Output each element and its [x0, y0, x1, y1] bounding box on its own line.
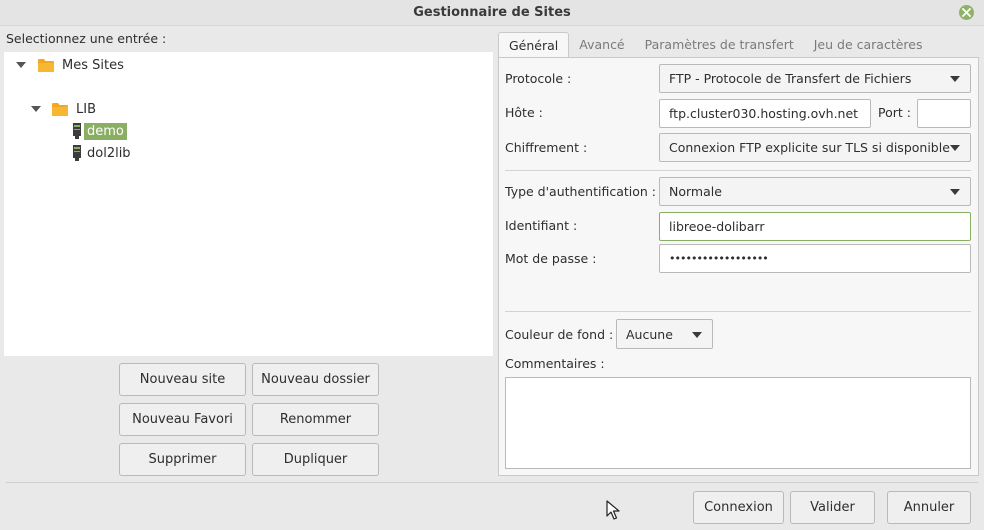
server-icon [73, 123, 81, 139]
password-value: •••••••••••••••••• [669, 252, 769, 265]
folder-icon [38, 58, 54, 72]
cancel-button[interactable]: Annuler [887, 491, 971, 524]
ok-button[interactable]: Valider [790, 491, 875, 524]
protocol-select[interactable]: FTP - Protocole de Transfert de Fichiers [659, 64, 971, 93]
encryption-select[interactable]: Connexion FTP explicite sur TLS si dispo… [659, 133, 971, 162]
mouse-cursor-icon [606, 500, 620, 520]
expand-arrow-icon[interactable] [31, 106, 41, 112]
new-site-button[interactable]: Nouveau site [119, 363, 246, 396]
delete-button[interactable]: Supprimer [119, 443, 246, 476]
port-label: Port : [878, 105, 911, 120]
title-bar: Gestionnaire de Sites [0, 0, 984, 26]
tree-root-label: Mes Sites [62, 57, 124, 73]
user-value: libreoe-dolibarr [669, 219, 765, 234]
tab-advanced[interactable]: Avancé [569, 32, 634, 57]
tree-node-root[interactable]: Mes Sites [16, 55, 127, 75]
close-icon [962, 8, 971, 17]
port-input[interactable] [917, 99, 971, 128]
bgcolor-select[interactable]: Aucune [616, 319, 713, 349]
window-title: Gestionnaire de Sites [413, 5, 571, 20]
host-input[interactable]: ftp.cluster030.hosting.ovh.net [659, 99, 871, 128]
tree-item-demo[interactable]: demo [72, 121, 127, 141]
server-icon [73, 145, 81, 161]
new-bookmark-button[interactable]: Nouveau Favori [119, 403, 246, 436]
auth-type-label: Type d'authentification : [505, 184, 656, 199]
tab-bar: Général Avancé Paramètres de transfert J… [498, 32, 932, 57]
folder-icon [52, 102, 68, 116]
protocol-value: FTP - Protocole de Transfert de Fichiers [669, 71, 912, 86]
duplicate-button[interactable]: Dupliquer [252, 443, 379, 476]
comments-textarea[interactable] [505, 377, 971, 469]
tree-folder-label: LIB [76, 101, 96, 117]
tree-item-label: dol2lib [87, 145, 131, 161]
rename-button[interactable]: Renommer [252, 403, 379, 436]
bgcolor-value: Aucune [626, 326, 673, 342]
close-button[interactable] [959, 5, 974, 20]
host-value: ftp.cluster030.hosting.ovh.net [669, 106, 859, 121]
section-divider [505, 311, 971, 312]
comments-label: Commentaires : [505, 356, 605, 371]
chevron-down-icon [950, 189, 960, 195]
connect-button[interactable]: Connexion [693, 491, 784, 524]
tab-charset[interactable]: Jeu de caractères [804, 32, 933, 57]
encryption-label: Chiffrement : [505, 140, 588, 155]
host-label: Hôte : [505, 105, 543, 120]
user-input[interactable]: libreoe-dolibarr [659, 212, 971, 241]
chevron-down-icon [950, 145, 960, 151]
tab-transfer-settings[interactable]: Paramètres de transfert [635, 32, 804, 57]
tree-node-folder[interactable]: LIB [31, 99, 99, 119]
new-folder-button[interactable]: Nouveau dossier [252, 363, 379, 396]
site-tree[interactable]: Mes Sites LIB demo dol2lib [4, 52, 493, 356]
protocol-label: Protocole : [505, 71, 572, 86]
password-input[interactable]: •••••••••••••••••• [659, 244, 971, 273]
chevron-down-icon [950, 76, 960, 82]
password-label: Mot de passe : [505, 251, 597, 266]
auth-type-value: Normale [669, 184, 722, 199]
section-divider [505, 170, 971, 171]
tree-item-dol2lib[interactable]: dol2lib [72, 143, 134, 163]
chevron-down-icon [692, 332, 702, 338]
auth-type-select[interactable]: Normale [659, 177, 971, 206]
encryption-value: Connexion FTP explicite sur TLS si dispo… [669, 140, 950, 155]
tree-item-label: demo [84, 122, 127, 140]
user-label: Identifiant : [505, 218, 578, 233]
tab-general[interactable]: Général [498, 32, 570, 57]
expand-arrow-icon[interactable] [16, 62, 26, 68]
bgcolor-label: Couleur de fond : [505, 327, 614, 342]
select-entry-label: Selectionnez une entrée : [6, 31, 167, 46]
footer-divider [6, 482, 978, 483]
